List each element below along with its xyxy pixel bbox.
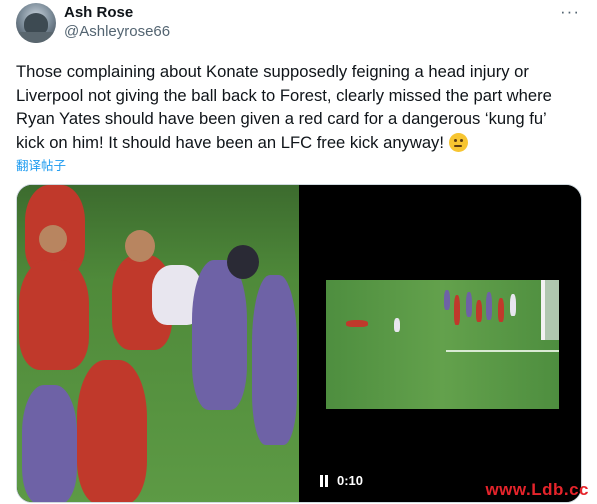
player-figure [346, 320, 368, 327]
player-figure [19, 260, 89, 370]
author-handle[interactable]: @Ashleyrose66 [64, 23, 170, 40]
thinking-face-emoji [448, 132, 468, 152]
translate-post-link[interactable]: 翻译帖子 [16, 155, 66, 174]
player-figure [77, 360, 147, 502]
player-figure [454, 295, 460, 325]
player-figure [510, 294, 516, 316]
player-figure [394, 318, 400, 332]
video-controls[interactable]: 0:10 [319, 473, 363, 488]
more-horizontal-icon[interactable]: ··· [560, 2, 580, 22]
pause-icon[interactable] [319, 474, 329, 487]
player-figure [252, 275, 297, 445]
tweet-body: Those complaining about Konate supposedl… [16, 62, 552, 152]
watermark: www.Ldb.cc [485, 480, 589, 499]
player-figure [125, 230, 155, 262]
video-time: 0:10 [337, 473, 364, 488]
player-figure [466, 292, 472, 317]
player-figure [192, 260, 247, 410]
player-figure [227, 245, 259, 279]
goal-net [545, 280, 559, 340]
avatar[interactable] [16, 3, 56, 43]
video-attachment[interactable]: 0:10 [301, 185, 581, 502]
player-figure [498, 298, 504, 322]
player-figure [39, 225, 67, 253]
player-figure [476, 300, 482, 322]
media-grid: 0:10 [16, 184, 582, 503]
photo-attachment[interactable] [17, 185, 299, 502]
player-figure [486, 292, 492, 320]
player-figure [22, 385, 77, 502]
video-frame [326, 280, 559, 409]
pitch-line [446, 350, 559, 352]
player-figure [444, 290, 450, 310]
avatar-ground [16, 32, 56, 43]
author-name[interactable]: Ash Rose [64, 4, 133, 21]
tweet-text: Those complaining about Konate supposedl… [16, 60, 581, 154]
